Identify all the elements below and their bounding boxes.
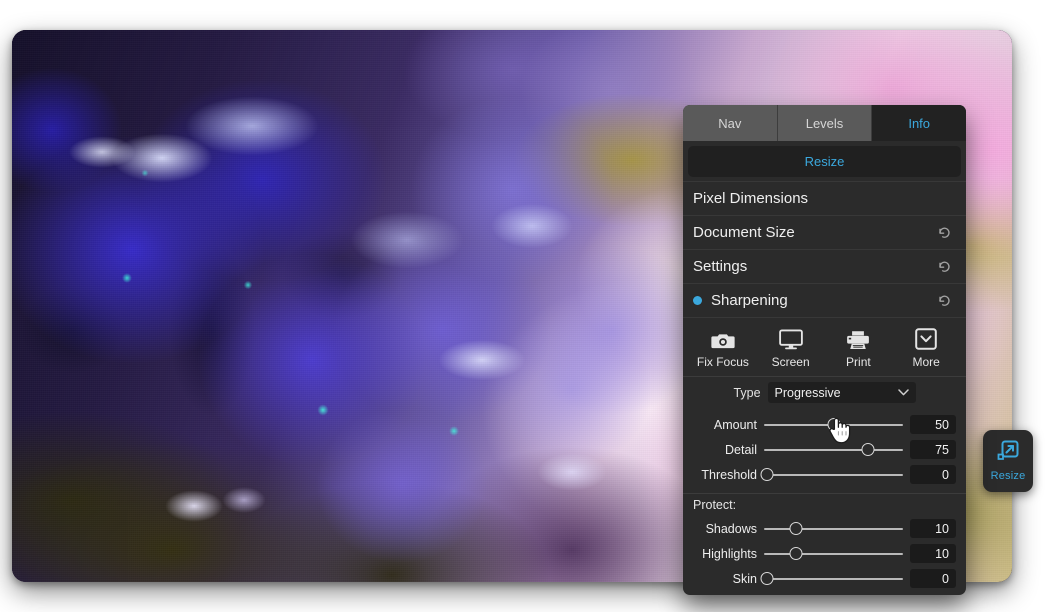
resize-arrow-icon (997, 440, 1019, 467)
threshold-slider[interactable] (760, 467, 903, 482)
skin-label: Skin (732, 571, 757, 586)
chevron-down-box-icon (915, 326, 937, 350)
slider-knob[interactable] (827, 417, 840, 431)
section-label: Pixel Dimensions (693, 190, 809, 207)
revert-icon[interactable] (937, 293, 952, 308)
type-label: Type (733, 385, 761, 400)
section-settings[interactable]: Settings (683, 249, 966, 283)
screen-label: Screen (771, 355, 810, 369)
resize-tab-label: Resize (990, 470, 1026, 482)
type-select[interactable]: Progressive (767, 382, 916, 403)
highlights-slider[interactable] (764, 546, 903, 561)
revert-icon[interactable] (937, 225, 952, 240)
printer-icon (846, 326, 870, 350)
monitor-icon (778, 326, 803, 350)
highlights-label: Highlights (702, 546, 757, 561)
slider-knob[interactable] (760, 571, 774, 585)
amount-slider[interactable] (764, 417, 903, 432)
shadows-slider[interactable] (764, 521, 903, 536)
print-button[interactable]: Print (825, 326, 893, 369)
section-label: Settings (693, 258, 748, 275)
skin-slider[interactable] (760, 571, 903, 586)
more-button[interactable]: More (892, 326, 960, 369)
section-pixel-dimensions[interactable]: Pixel Dimensions (683, 181, 966, 215)
slider-track (764, 577, 903, 580)
shadows-label: Shadows (705, 521, 757, 536)
slider-row-shadows: Shadows 10 (683, 516, 966, 541)
amount-value[interactable]: 50 (910, 415, 956, 434)
slider-row-amount: Amount 50 (683, 412, 966, 437)
sharpening-type-row: Type Progressive (683, 376, 966, 410)
tab-info[interactable]: Info (872, 105, 966, 141)
resize-header-button[interactable]: Resize (688, 146, 961, 177)
slider-track (764, 473, 903, 476)
section-label: Document Size (693, 224, 795, 241)
screen-button[interactable]: Screen (757, 326, 825, 369)
slider-knob[interactable] (861, 442, 875, 456)
slider-row-highlights: Highlights 10 (683, 541, 966, 566)
highlights-value[interactable]: 10 (910, 544, 956, 563)
slider-track (764, 527, 903, 530)
slider-knob[interactable] (789, 546, 803, 560)
section-document-size[interactable]: Document Size (683, 215, 966, 249)
detail-value[interactable]: 75 (910, 440, 956, 459)
slider-track (764, 552, 903, 555)
resize-tab-button[interactable]: Resize (983, 430, 1033, 492)
fix-focus-label: Fix Focus (696, 355, 749, 369)
camera-icon (711, 326, 735, 350)
section-sharpening[interactable]: Sharpening (683, 283, 966, 317)
protect-label: Protect: (683, 493, 966, 514)
active-dot-icon (693, 296, 702, 305)
print-label: Print (846, 355, 871, 369)
panel-tabbar: Nav Levels Info (683, 105, 966, 141)
slider-knob[interactable] (789, 521, 803, 535)
sharpening-mode-toolbar: Fix Focus Screen Print More (683, 317, 966, 376)
skin-value[interactable]: 0 (910, 569, 956, 588)
tab-levels[interactable]: Levels (777, 105, 873, 141)
tab-nav[interactable]: Nav (683, 105, 778, 141)
more-label: More (912, 355, 940, 369)
threshold-label: Threshold (701, 467, 757, 482)
detail-slider[interactable] (764, 442, 903, 457)
shadows-value[interactable]: 10 (910, 519, 956, 538)
info-panel: Nav Levels Info Resize Pixel Dimensions … (683, 105, 966, 595)
type-select-value: Progressive (774, 385, 841, 400)
slider-row-threshold: Threshold 0 (683, 462, 966, 487)
detail-label: Detail (725, 442, 757, 457)
revert-icon[interactable] (937, 259, 952, 274)
threshold-value[interactable]: 0 (910, 465, 956, 484)
slider-row-skin: Skin 0 (683, 566, 966, 591)
section-label: Sharpening (711, 292, 788, 309)
fix-focus-button[interactable]: Fix Focus (689, 326, 757, 369)
protect-sliders: Shadows 10 Highlights 10 Skin 0 (683, 514, 966, 595)
slider-row-detail: Detail 75 (683, 437, 966, 462)
amount-label: Amount (713, 417, 757, 432)
sharpening-sliders: Amount 50 Detail 75 Threshold 0 (683, 410, 966, 491)
slider-knob[interactable] (760, 467, 774, 481)
slider-track (764, 448, 903, 451)
screen-root: Resize Nav Levels Info Resize Pixel Dime… (0, 0, 1045, 612)
chevron-down-icon (897, 387, 909, 399)
